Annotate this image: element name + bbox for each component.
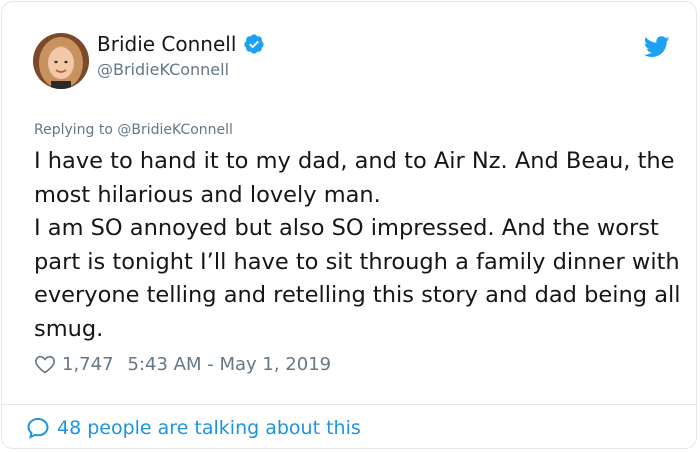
tweet-meta: 1,747 5:43 AM - May 1, 2019 [34, 353, 331, 375]
tweet-text: I have to hand it to my dad, and to Air … [34, 148, 681, 342]
conversation-label: 48 people are talking about this [57, 417, 361, 439]
twitter-bird-icon[interactable] [644, 36, 670, 58]
display-name[interactable]: Bridie Connell [97, 32, 236, 56]
speech-bubble-icon [27, 417, 49, 439]
divider [2, 404, 696, 405]
conversation-link[interactable]: 48 people are talking about this [26, 416, 361, 440]
user-handle[interactable]: @BridieKConnell [97, 60, 229, 79]
name-row: Bridie Connell [97, 32, 265, 56]
avatar[interactable] [33, 33, 89, 89]
replying-to-prefix: Replying to [34, 122, 113, 138]
tweet-card: Bridie Connell @BridieKConnell Replying … [1, 1, 697, 449]
heart-icon[interactable] [34, 353, 56, 375]
verified-badge-icon [244, 34, 265, 54]
replying-to-handle[interactable]: @BridieKConnell [117, 122, 233, 138]
avatar-image [33, 33, 89, 89]
replying-to: Replying to @BridieKConnell [34, 122, 233, 138]
tweet-timestamp[interactable]: 5:43 AM - May 1, 2019 [128, 354, 332, 375]
like-count[interactable]: 1,747 [62, 354, 114, 375]
